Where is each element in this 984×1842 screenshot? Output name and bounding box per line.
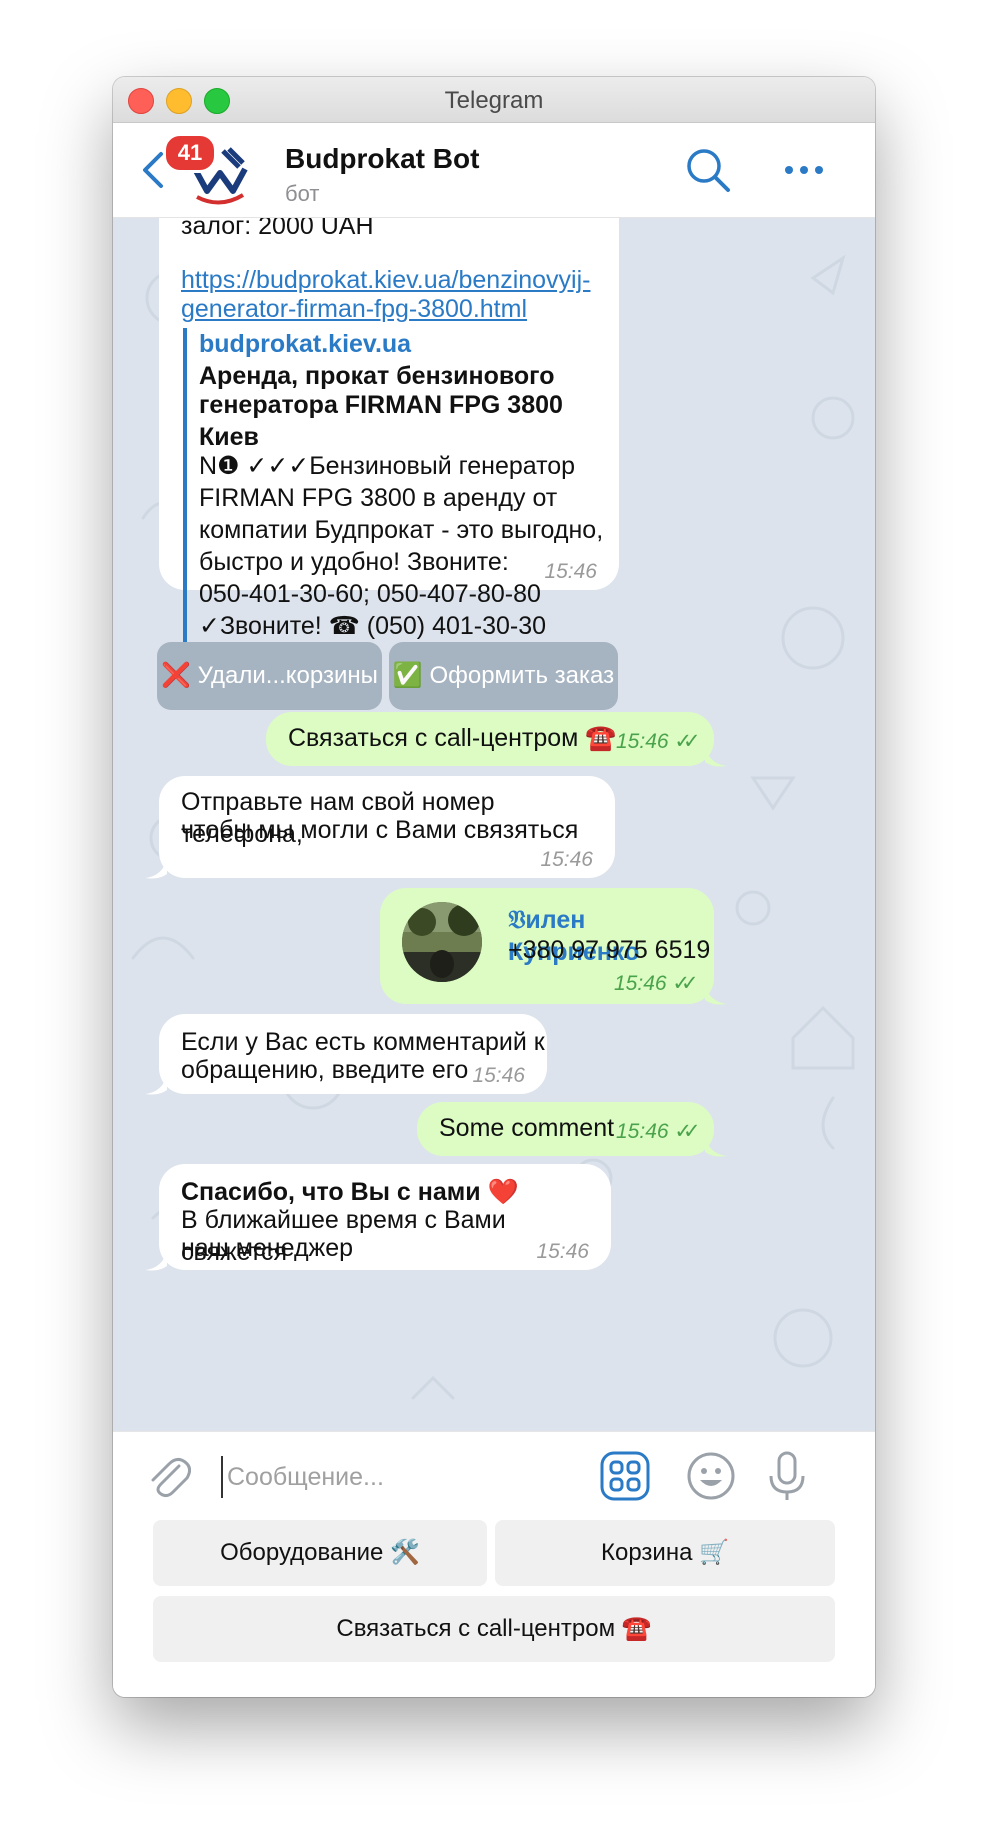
place-order-button[interactable]: ✅ Оформить заказ [389,642,618,710]
outgoing-comment-message: Some comment 15:46 ✓✓ [417,1102,714,1156]
window-title: Telegram [444,87,544,114]
chat-name[interactable]: Budprokat Bot [285,143,479,175]
read-checkmark-icon: ✓✓ [674,1120,700,1143]
contact-avatar [402,902,482,982]
deposit-text: залог: 2000 UAH [181,218,374,240]
message-text: Связаться с call-центром ☎️ [288,724,617,752]
contact-phone: +380 97 975 6519 [508,936,711,964]
product-message-bubble: залог: 2000 UAH https://budprokat.kiev.u… [159,218,619,642]
preview-title-line1: Аренда, прокат бензинового [199,362,555,390]
bot-keyboard-icon[interactable] [599,1450,651,1502]
outgoing-call-message: Связаться с call-центром ☎️ 15:46 ✓✓ [266,712,714,766]
emoji-icon[interactable] [685,1450,737,1502]
link-preview[interactable]: budprokat.kiev.ua Аренда, прокат бензино… [183,328,619,642]
chat-header: 41 Budprokat Bot бот [113,123,875,218]
title-bar: Telegram [113,77,875,123]
composer-panel: Оборудование 🛠️ Корзина 🛒 Связаться с ca… [113,1431,875,1697]
read-checkmark-icon: ✓✓ [672,972,698,995]
message-time: 15:46 [544,560,597,583]
bubble-tail [705,1136,727,1157]
outgoing-contact-message[interactable]: 𝔙илен Куприенко +380 97 975 6519 15:46 ✓… [380,888,714,1004]
message-text-line2: обращению, введите его [181,1056,469,1084]
preview-desc-line2: FIRMAN FPG 3800 в аренду от [199,484,558,512]
bubble-tail [145,858,167,879]
bubble-tail [145,1250,167,1271]
incoming-phone-request-message: Отправьте нам свой номер телефона, чтобы… [159,776,615,878]
bubble-tail [705,746,727,767]
incoming-comment-request-message: Если у Вас есть комментарий к обращению,… [159,1014,547,1094]
reply-button-cart[interactable]: Корзина 🛒 [495,1520,835,1586]
chat-history[interactable]: залог: 2000 UAH https://budprokat.kiev.u… [113,218,875,1431]
message-time: 15:46 ✓✓ [616,730,701,753]
product-link-line2[interactable]: generator-firman-fpg-3800.html [181,293,527,325]
unread-badge: 41 [163,133,217,173]
search-icon[interactable] [683,145,733,195]
product-link-line1[interactable]: https://budprokat.kiev.ua/benzinovyij- [181,264,591,296]
message-text-line3: наш менеджер [181,1234,354,1262]
more-options-icon[interactable] [781,153,827,187]
preview-title-line2: генератора FIRMAN FPG 3800 Киев [199,391,563,451]
incoming-thanks-message: Спасибо, что Вы с нами ❤️ В ближайшее вр… [159,1164,611,1270]
preview-desc-line1: N❶ ✓✓✓Бензиновый генератор [199,452,576,480]
chat-status: бот [285,181,320,206]
telegram-window: Telegram 41 Budprokat Bot бот залог: 200… [113,77,875,1697]
preview-desc-line3: компатии Будпрокат - это выгодно, [199,516,604,544]
message-time: 15:46 [472,1064,525,1087]
microphone-icon[interactable] [761,1450,813,1502]
message-time: 15:46 ✓✓ [616,1120,701,1143]
message-time: 15:46 [536,1240,589,1263]
bubble-tail [705,984,727,1005]
message-time: 15:46 [540,848,593,871]
message-input[interactable] [221,1456,509,1498]
message-text: Some comment [439,1114,615,1142]
preview-desc-line6: ✓Звоните! ☎ (050) 401-30-30 [199,612,547,640]
reply-button-equipment[interactable]: Оборудование 🛠️ [153,1520,487,1586]
read-checkmark-icon: ✓✓ [674,730,700,753]
preview-site: budprokat.kiev.ua [199,330,412,358]
reply-button-call-center[interactable]: Связаться с call-центром ☎️ [153,1596,835,1662]
bubble-tail [145,1074,167,1095]
message-text-line2: чтобы мы могли с Вами связяться [181,816,579,844]
attach-icon[interactable] [145,1452,191,1502]
remove-from-cart-button[interactable]: ❌ Удали...корзины [157,642,382,710]
message-time: 15:46 ✓✓ [614,972,699,995]
